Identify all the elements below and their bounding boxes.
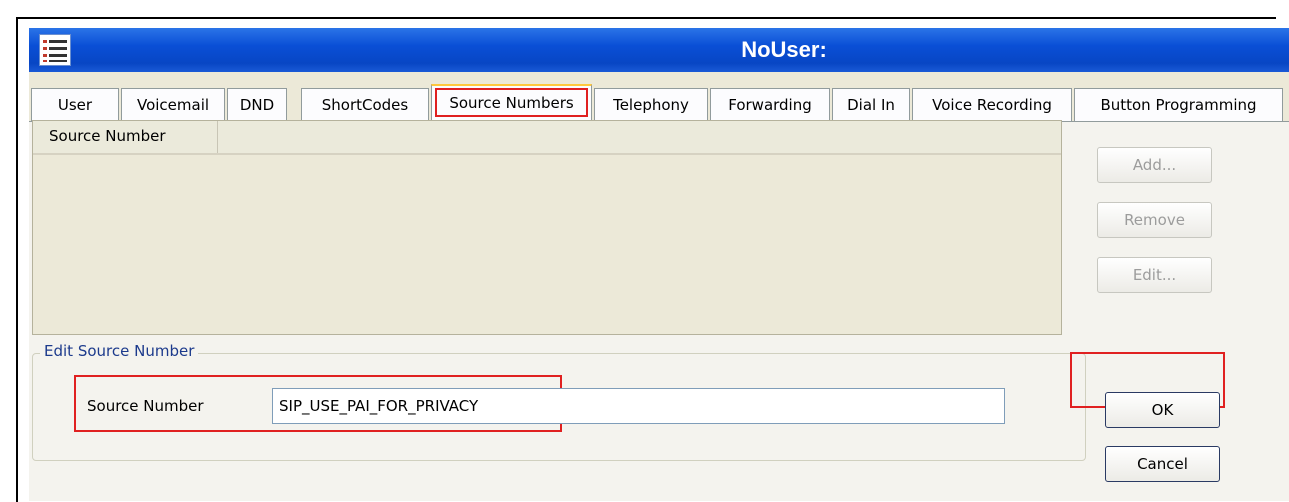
tab-button-programming[interactable]: Button Programming [1074,88,1283,121]
tab-user[interactable]: User [31,88,119,121]
source-number-label: Source Number [87,397,204,415]
tab-telephony[interactable]: Telephony [594,88,708,121]
source-number-input[interactable]: SIP_USE_PAI_FOR_PRIVACY [272,388,1005,424]
title-bar: NoUser: [29,28,1289,72]
tab-strip: User Voicemail DND ShortCodes Source Num… [29,84,1289,122]
column-header-source-number[interactable]: Source Number [33,121,218,153]
edit-group-legend: Edit Source Number [40,342,199,360]
cancel-button[interactable]: Cancel [1105,446,1220,482]
remove-button[interactable]: Remove [1097,202,1212,238]
tab-voicemail[interactable]: Voicemail [121,88,225,121]
ok-button[interactable]: OK [1105,392,1220,428]
tab-voice-recording[interactable]: Voice Recording [912,88,1072,121]
window-title: NoUser: [741,37,827,62]
add-button[interactable]: Add... [1097,147,1212,183]
tab-shortcodes[interactable]: ShortCodes [301,88,429,121]
source-number-list[interactable]: Source Number [32,120,1062,335]
tab-dial-in[interactable]: Dial In [832,88,910,121]
tab-dnd[interactable]: DND [227,88,287,121]
tab-forwarding[interactable]: Forwarding [710,88,830,121]
tab-highlight-box [435,88,588,117]
tab-source-numbers[interactable]: Source Numbers [431,84,592,122]
edit-button[interactable]: Edit... [1097,257,1212,293]
list-header: Source Number [33,121,1061,155]
